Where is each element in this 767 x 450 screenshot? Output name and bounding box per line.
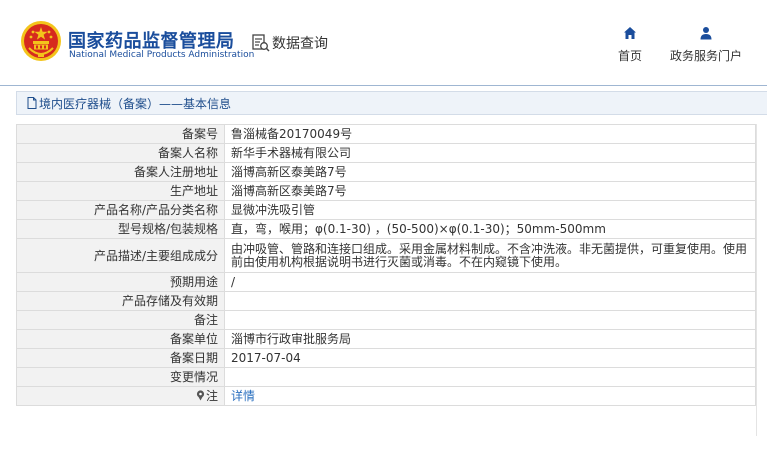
data-query-link[interactable]: 数据查询	[252, 33, 328, 53]
note-label-cell: 注	[16, 386, 225, 406]
user-icon	[700, 27, 712, 40]
table-row: 备案日期 2017-07-04	[16, 348, 756, 368]
field-label: 型号规格/包装规格	[16, 219, 225, 239]
home-icon	[624, 27, 636, 39]
nav-service-portal[interactable]: 政务服务门户	[667, 26, 745, 64]
field-value	[224, 310, 756, 330]
nav-home[interactable]: 首页	[614, 26, 646, 64]
field-label: 备案号	[16, 124, 225, 144]
field-label: 备案人注册地址	[16, 162, 225, 182]
field-value: 由冲吸管、管路和连接口组成。采用金属材料制成。不含冲洗液。非无菌提供，可重复使用…	[224, 238, 756, 273]
field-label: 备注	[16, 310, 225, 330]
nav-service-portal-label: 政务服务门户	[669, 49, 742, 63]
field-value: 2017-07-04	[224, 348, 756, 368]
field-label: 注	[205, 389, 218, 403]
field-value: /	[224, 272, 756, 292]
site-header: 国家药品监督管理局 National Medical Products Admi…	[0, 0, 767, 86]
table-row: 预期用途 /	[16, 272, 756, 292]
table-row: 注 详情	[16, 386, 756, 406]
field-value: 新华手术器械有限公司	[224, 143, 756, 163]
breadcrumb-text: 境内医疗器械（备案）——基本信息	[39, 96, 232, 111]
table-row: 产品名称/产品分类名称 显微冲洗吸引管	[16, 200, 756, 220]
data-query-label: 数据查询	[272, 36, 328, 52]
field-value: 淄博高新区泰美路7号	[224, 181, 756, 201]
field-label: 产品存储及有效期	[16, 291, 225, 311]
field-value	[224, 291, 756, 311]
details-link[interactable]: 详情	[231, 389, 255, 403]
table-row: 型号规格/包装规格 直，弯，喉用；φ(0.1-30) ，(50-500)×φ(0…	[16, 219, 756, 239]
national-emblem-icon	[21, 21, 61, 61]
site-subtitle: National Medical Products Administration	[69, 50, 255, 60]
table-row: 生产地址 淄博高新区泰美路7号	[16, 181, 756, 201]
field-label: 变更情况	[16, 367, 225, 387]
table-row: 备案人注册地址 淄博高新区泰美路7号	[16, 162, 756, 182]
table-row: 变更情况	[16, 367, 756, 387]
table-row: 备案号 鲁淄械备20170049号	[16, 124, 756, 144]
document-icon	[27, 97, 37, 109]
table-row: 产品存储及有效期	[16, 291, 756, 311]
table-row: 备案人名称 新华手术器械有限公司	[16, 143, 756, 163]
table-row: 备注	[16, 310, 756, 330]
table-right-border	[756, 124, 757, 436]
breadcrumb: 境内医疗器械（备案）——基本信息	[16, 91, 767, 115]
field-value: 直，弯，喉用；φ(0.1-30) ，(50-500)×φ(0.1-30)；50m…	[224, 219, 756, 239]
field-label: 备案单位	[16, 329, 225, 349]
field-value: 淄博市行政审批服务局	[224, 329, 756, 349]
pin-icon	[196, 390, 205, 401]
search-document-icon	[252, 33, 270, 52]
field-value: 鲁淄械备20170049号	[224, 124, 756, 144]
field-label: 备案日期	[16, 348, 225, 368]
field-value	[224, 367, 756, 387]
field-label: 产品名称/产品分类名称	[16, 200, 225, 220]
detail-table: 备案号 鲁淄械备20170049号 备案人名称 新华手术器械有限公司 备案人注册…	[16, 124, 756, 406]
field-label: 生产地址	[16, 181, 225, 201]
nav-home-label: 首页	[617, 49, 642, 63]
field-value-cell: 详情	[224, 386, 756, 406]
field-label: 产品描述/主要组成成分	[16, 238, 225, 273]
table-row: 备案单位 淄博市行政审批服务局	[16, 329, 756, 349]
field-label: 备案人名称	[16, 143, 225, 163]
field-label: 预期用途	[16, 272, 225, 292]
field-value: 显微冲洗吸引管	[224, 200, 756, 220]
field-value: 淄博高新区泰美路7号	[224, 162, 756, 182]
table-row: 产品描述/主要组成成分 由冲吸管、管路和连接口组成。采用金属材料制成。不含冲洗液…	[16, 238, 756, 273]
